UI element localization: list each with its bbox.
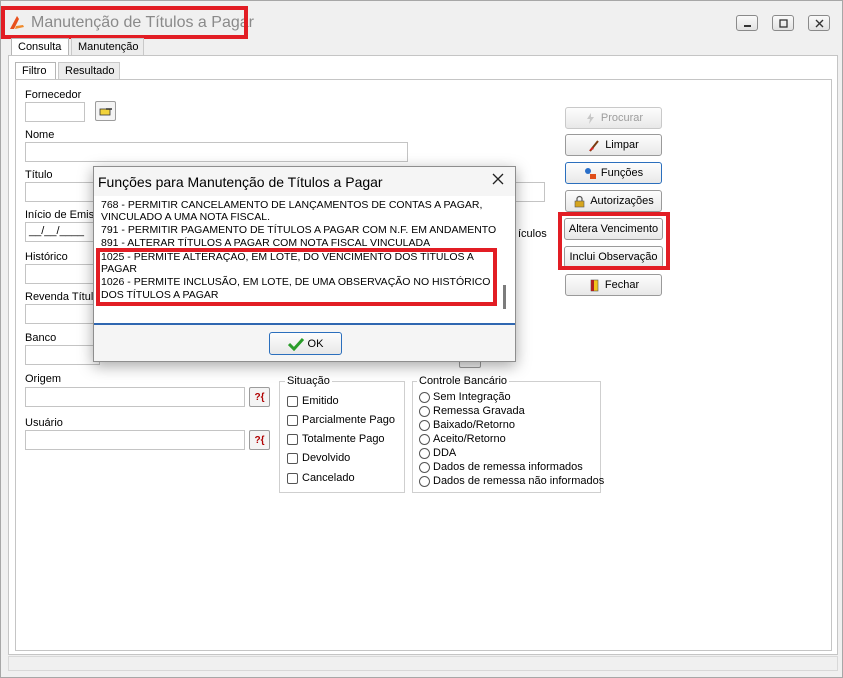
lightning-icon: [586, 112, 594, 124]
hand-pointer-icon: [99, 108, 112, 116]
ok-button[interactable]: OK: [269, 332, 342, 355]
fornecedor-input[interactable]: [25, 102, 85, 122]
controle-bancario-title: Controle Bancário: [417, 375, 510, 387]
revenda-titulo-input[interactable]: [25, 304, 100, 324]
functions-icon: [584, 167, 596, 179]
inicio-emissao-input[interactable]: __/__/____: [25, 222, 100, 242]
radio-dados-remessa-nao-informados[interactable]: Dados de remessa não informados: [419, 475, 604, 487]
partial-veiculos-label: ículos: [518, 228, 547, 240]
maximize-icon: [778, 18, 788, 28]
fechar-button[interactable]: Fechar: [565, 274, 662, 296]
fornecedor-label: Fornecedor: [25, 89, 82, 101]
nome-label: Nome: [25, 129, 55, 141]
usuario-help-button[interactable]: ?{: [249, 430, 270, 450]
checkmark-icon: [287, 337, 304, 351]
list-scrollbar-thumb[interactable]: [503, 285, 506, 309]
minimize-button[interactable]: [736, 15, 758, 31]
altera-vencimento-button[interactable]: Altera Vencimento: [564, 218, 663, 240]
broom-icon: [589, 139, 599, 152]
list-item[interactable]: 1025 - PERMITE ALTERAÇÃO, EM LOTE, DO VE…: [101, 251, 474, 263]
radio-sem-integracao[interactable]: Sem Integração: [419, 391, 511, 403]
situacao-totalmente-pago-checkbox[interactable]: Totalmente Pago: [287, 433, 385, 445]
origem-help-button[interactable]: ?{: [249, 387, 270, 407]
situacao-parcialmente-pago-checkbox[interactable]: Parcialmente Pago: [287, 414, 395, 426]
situacao-emitido-checkbox[interactable]: Emitido: [287, 395, 339, 407]
procurar-button[interactable]: Procurar: [565, 107, 662, 129]
usuario-input[interactable]: [25, 430, 245, 450]
tab-manutencao[interactable]: Manutenção: [71, 38, 144, 55]
app-logo-icon: [10, 16, 24, 29]
inclui-observacao-button[interactable]: Inclui Observação: [564, 246, 663, 268]
maximize-button[interactable]: [772, 15, 794, 31]
filtro-panel: [15, 79, 832, 651]
autorizacoes-button[interactable]: Autorizações: [565, 190, 662, 212]
tab-consulta[interactable]: Consulta: [11, 38, 69, 55]
radio-dados-remessa-informados[interactable]: Dados de remessa informados: [419, 461, 583, 473]
close-icon: [492, 173, 504, 185]
origem-label: Origem: [25, 373, 62, 385]
radio-remessa-gravada[interactable]: Remessa Gravada: [419, 405, 525, 417]
help-lookup-icon: ?{: [254, 391, 265, 403]
minimize-icon: [743, 24, 751, 27]
funcoes-dialog: Funções para Manutenção de Títulos a Pag…: [93, 166, 516, 362]
fornecedor-lookup-button[interactable]: [95, 101, 116, 121]
titulo-label: Título: [25, 169, 53, 181]
list-item[interactable]: DOS TÍTULOS A PAGAR: [101, 289, 218, 301]
radio-baixado-retorno[interactable]: Baixado/Retorno: [419, 419, 515, 431]
banco-label: Banco: [25, 332, 57, 344]
list-item[interactable]: VINCULADO A UMA NOTA FISCAL.: [101, 211, 270, 223]
list-item[interactable]: 768 - PERMITIR CANCELAMENTO DE LANÇAMENT…: [101, 199, 482, 211]
historico-label: Histórico: [25, 251, 68, 263]
tab-filtro[interactable]: Filtro: [15, 62, 56, 79]
lock-icon: [574, 195, 585, 207]
historico-input[interactable]: [25, 264, 100, 284]
revenda-titulo-label: Revenda Títulc: [25, 291, 99, 303]
situacao-title: Situação: [285, 375, 332, 387]
tab-resultado[interactable]: Resultado: [58, 62, 120, 79]
door-exit-icon: [590, 279, 599, 291]
list-item[interactable]: 1026 - PERMITE INCLUSÃO, EM LOTE, DE UMA…: [101, 276, 490, 288]
banco-input[interactable]: [25, 345, 100, 365]
situacao-devolvido-checkbox[interactable]: Devolvido: [287, 452, 350, 464]
dialog-title: Funções para Manutenção de Títulos a Pag…: [98, 174, 383, 190]
inicio-emissao-label: Início de Emiss: [25, 209, 100, 221]
funcoes-list[interactable]: 768 - PERMITIR CANCELAMENTO DE LANÇAMENT…: [94, 196, 515, 325]
close-window-button[interactable]: [808, 15, 830, 31]
nome-input[interactable]: [25, 142, 408, 162]
help-lookup-icon: ?{: [254, 434, 265, 446]
funcoes-button[interactable]: Funções: [565, 162, 662, 184]
situacao-cancelado-checkbox[interactable]: Cancelado: [287, 472, 355, 484]
title-bar: Manutenção de Títulos a Pagar: [1, 1, 843, 39]
dialog-close-button[interactable]: [490, 171, 506, 187]
radio-dda[interactable]: DDA: [419, 447, 456, 459]
status-bar: [8, 656, 838, 671]
close-icon: [815, 19, 823, 27]
window-title: Manutenção de Títulos a Pagar: [31, 14, 254, 31]
radio-aceito-retorno[interactable]: Aceito/Retorno: [419, 433, 506, 445]
list-item[interactable]: PAGAR: [101, 263, 137, 275]
limpar-button[interactable]: Limpar: [565, 134, 662, 156]
origem-input[interactable]: [25, 387, 245, 407]
usuario-label: Usuário: [25, 417, 63, 429]
list-item[interactable]: 791 - PERMITIR PAGAMENTO DE TÍTULOS A PA…: [101, 224, 496, 236]
list-item[interactable]: 891 - ALTERAR TÍTULOS A PAGAR COM NOTA F…: [101, 237, 430, 249]
